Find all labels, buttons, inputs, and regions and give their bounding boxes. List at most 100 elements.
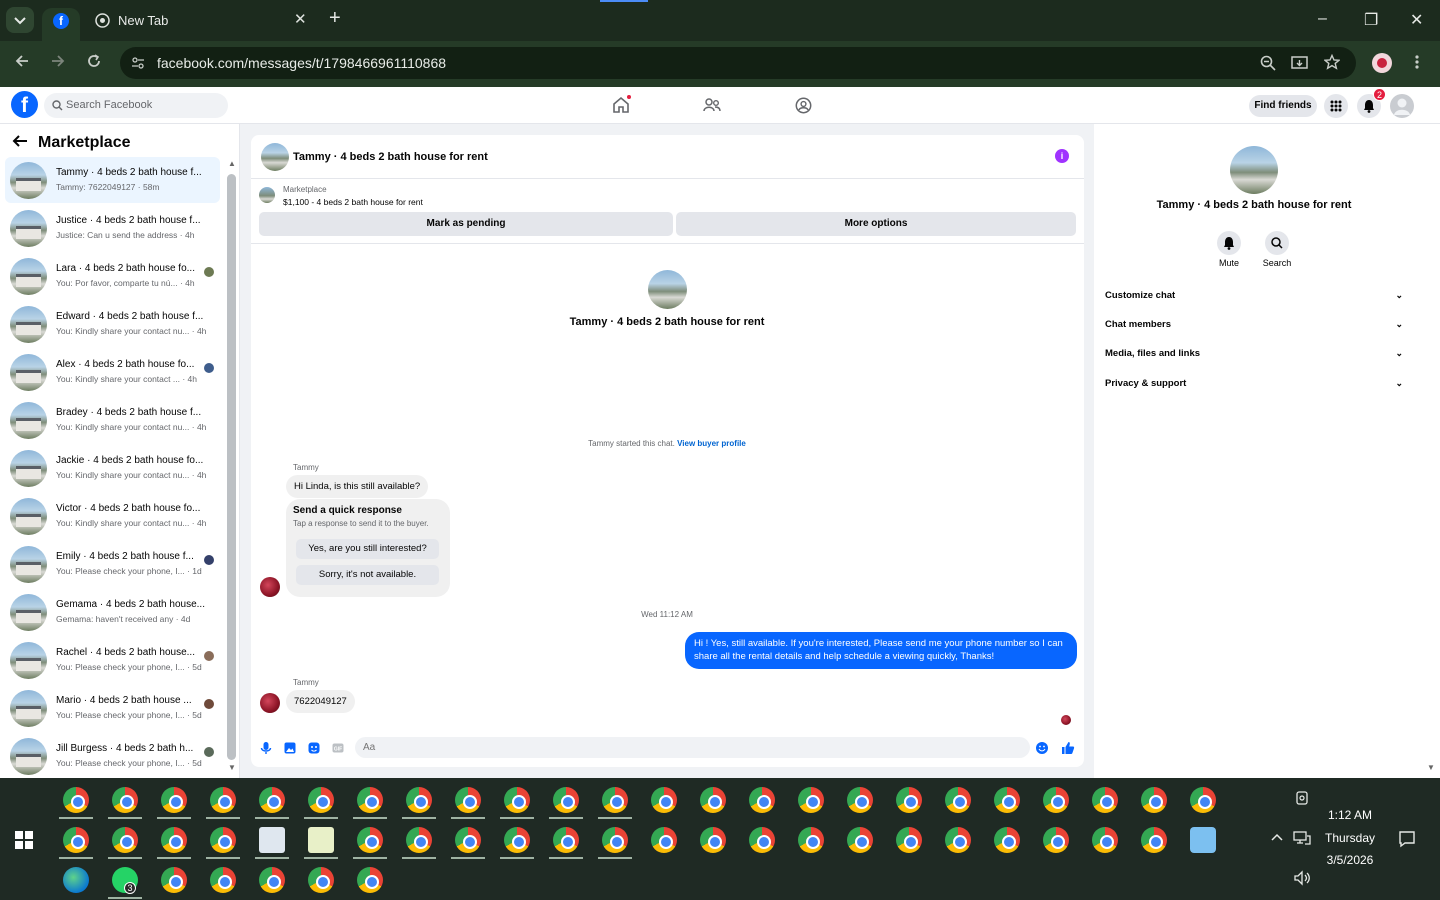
chrome-profile-icon[interactable] <box>1043 787 1069 813</box>
close-window-button[interactable]: ✕ <box>1410 10 1423 30</box>
chrome-profile-icon[interactable] <box>357 787 383 813</box>
chrome-profile-icon[interactable] <box>259 867 285 893</box>
back-icon[interactable] <box>14 53 30 69</box>
windows-start-icon[interactable] <box>15 831 33 849</box>
app-window-icon[interactable] <box>259 827 285 853</box>
chrome-profile-icon[interactable] <box>798 827 824 853</box>
chrome-profile-icon[interactable] <box>63 787 89 813</box>
incoming-message-phone[interactable]: 7622049127 <box>286 690 355 713</box>
chrome-profile-icon[interactable] <box>210 787 236 813</box>
chrome-profile-icon[interactable] <box>1092 827 1118 853</box>
details-avatar[interactable] <box>1230 146 1278 194</box>
volume-icon[interactable] <box>1293 870 1311 886</box>
conversation-avatar[interactable] <box>648 270 687 309</box>
listing-title[interactable]: $1,100 - 4 beds 2 bath house for rent <box>283 197 423 207</box>
info-icon[interactable]: i <box>1055 149 1069 163</box>
conversation-item[interactable]: Tammy · 4 beds 2 bath house f... Tammy: 7… <box>5 157 220 203</box>
tab-new-tab-title[interactable]: New Tab <box>118 13 168 28</box>
bookmark-star-icon[interactable] <box>1324 54 1340 70</box>
chrome-profile-icon[interactable] <box>63 827 89 853</box>
conversation-item[interactable]: Justice · 4 beds 2 bath house f... Justic… <box>5 205 220 251</box>
minimize-button[interactable]: – <box>1318 10 1327 28</box>
quick-response-no-button[interactable]: Sorry, it's not available. <box>296 565 439 585</box>
network-icon[interactable] <box>1293 830 1311 846</box>
quick-response-yes-button[interactable]: Yes, are you still interested? <box>296 539 439 559</box>
chrome-profile-icon[interactable] <box>945 787 971 813</box>
microphone-icon[interactable] <box>259 741 273 755</box>
gif-icon[interactable]: GIF <box>331 741 345 755</box>
chrome-profile-icon[interactable] <box>749 827 775 853</box>
conversation-item[interactable]: Emily · 4 beds 2 bath house f... You: Ple… <box>5 541 220 587</box>
install-app-icon[interactable] <box>1291 55 1309 71</box>
page-scroll-down-arrow-icon[interactable]: ▼ <box>1427 763 1435 772</box>
zoom-icon[interactable] <box>1260 55 1276 71</box>
chrome-profile-icon[interactable] <box>553 787 579 813</box>
chrome-profile-icon[interactable] <box>651 787 677 813</box>
camera-tray-icon[interactable] <box>1294 790 1310 806</box>
conversation-item[interactable]: Bradey · 4 beds 2 bath house f... You: Ki… <box>5 397 220 443</box>
profile-avatar-icon[interactable] <box>1372 53 1392 73</box>
site-settings-icon[interactable] <box>131 56 145 70</box>
chrome-profile-icon[interactable] <box>602 827 628 853</box>
notification-center-icon[interactable] <box>1398 830 1416 848</box>
chrome-profile-icon[interactable] <box>798 787 824 813</box>
tab-facebook[interactable]: f <box>42 8 80 41</box>
photo-icon[interactable] <box>283 741 297 755</box>
account-avatar[interactable] <box>1390 94 1414 118</box>
home-icon[interactable] <box>612 95 631 114</box>
chrome-profile-icon[interactable] <box>1043 827 1069 853</box>
scroll-up-arrow-icon[interactable]: ▲ <box>228 159 236 168</box>
view-buyer-profile-link[interactable]: View buyer profile <box>677 439 746 448</box>
browser-menu-icon[interactable] <box>1414 54 1420 70</box>
conversation-item[interactable]: Gemama · 4 beds 2 bath house... Gemama: h… <box>5 589 220 635</box>
privacy-support-section[interactable]: Privacy & support ⌄ <box>1105 378 1403 398</box>
chrome-profile-icon[interactable] <box>700 787 726 813</box>
show-hidden-icons-chevron-up-icon[interactable] <box>1270 832 1284 842</box>
listing-thumbnail[interactable] <box>259 187 275 203</box>
chrome-profile-icon[interactable] <box>700 827 726 853</box>
tab-close-icon[interactable]: ✕ <box>294 10 307 28</box>
emoji-icon[interactable] <box>1035 741 1049 755</box>
customize-chat-section[interactable]: Customize chat ⌄ <box>1105 290 1403 310</box>
conversation-item[interactable]: Edward · 4 beds 2 bath house f... You: Ki… <box>5 301 220 347</box>
chrome-profile-icon[interactable] <box>406 827 432 853</box>
chrome-profile-icon[interactable] <box>553 827 579 853</box>
chrome-profile-icon[interactable] <box>749 787 775 813</box>
chrome-profile-icon[interactable] <box>1141 787 1167 813</box>
chrome-profile-icon[interactable] <box>210 867 236 893</box>
chrome-profile-icon[interactable] <box>945 827 971 853</box>
chrome-profile-icon[interactable] <box>994 827 1020 853</box>
more-options-button[interactable]: More options <box>676 212 1076 236</box>
conversation-item[interactable]: Jackie · 4 beds 2 bath house fo... You: K… <box>5 445 220 491</box>
chrome-profile-icon[interactable] <box>210 827 236 853</box>
mute-button[interactable] <box>1217 231 1241 255</box>
chrome-profile-icon[interactable] <box>161 867 187 893</box>
message-input[interactable] <box>355 737 1030 758</box>
edge-icon[interactable] <box>63 867 89 893</box>
chrome-profile-icon[interactable] <box>504 787 530 813</box>
sender-avatar[interactable] <box>260 693 280 713</box>
chrome-profile-icon[interactable] <box>1092 787 1118 813</box>
search-facebook-input[interactable]: Search Facebook <box>44 93 228 118</box>
chrome-profile-icon[interactable] <box>455 827 481 853</box>
conversation-scrollbar[interactable] <box>227 174 236 760</box>
search-in-conversation-button[interactable] <box>1265 231 1289 255</box>
chrome-profile-icon[interactable] <box>259 787 285 813</box>
friends-icon[interactable] <box>703 97 721 113</box>
back-arrow-icon[interactable] <box>12 134 28 148</box>
chrome-profile-icon[interactable] <box>308 787 334 813</box>
chrome-profile-icon[interactable] <box>847 787 873 813</box>
media-files-links-section[interactable]: Media, files and links ⌄ <box>1105 348 1403 368</box>
outgoing-message[interactable]: Hi ! Yes, still available. If you're int… <box>685 632 1077 669</box>
new-tab-button[interactable]: + <box>329 7 341 30</box>
chrome-profile-icon[interactable] <box>504 827 530 853</box>
conversation-item[interactable]: Victor · 4 beds 2 bath house fo... You: K… <box>5 493 220 539</box>
chrome-profile-icon[interactable] <box>161 787 187 813</box>
reload-icon[interactable] <box>86 53 102 69</box>
clock-date[interactable]: 3/5/2026 <box>1318 853 1382 867</box>
facebook-logo-icon[interactable]: f <box>11 91 38 118</box>
keyboard-icon[interactable] <box>1190 827 1216 853</box>
chrome-profile-icon[interactable] <box>112 827 138 853</box>
chat-members-section[interactable]: Chat members ⌄ <box>1105 319 1403 339</box>
conversation-item[interactable]: Jill Burgess · 4 beds 2 bath h... You: Pl… <box>5 733 220 779</box>
